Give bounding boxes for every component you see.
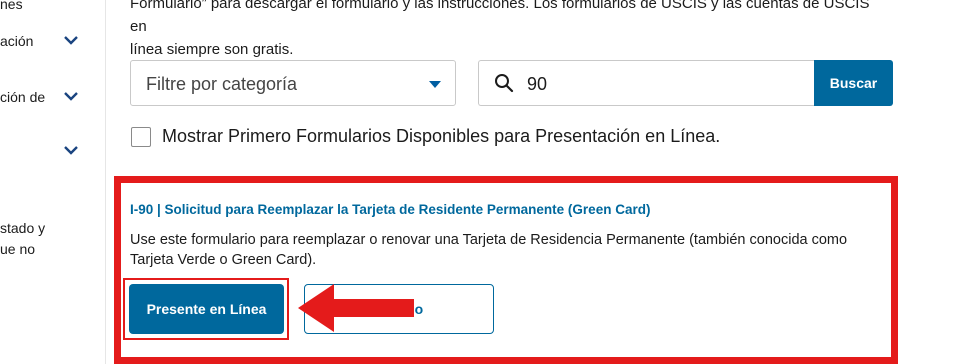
intro-line-2: línea siempre son gratis. — [130, 41, 294, 58]
online-filing-checkbox-label[interactable]: Mostrar Primero Formularios Disponibles … — [162, 126, 720, 147]
intro-line-1: Formulario” para descargar el formulario… — [130, 0, 870, 35]
arrow-left-icon — [298, 284, 414, 332]
category-filter-label: Filtre por categoría — [146, 74, 298, 94]
form-description: Use este formulario para reemplazar o re… — [130, 230, 890, 270]
caret-down-icon — [429, 81, 441, 88]
sidebar-item-6[interactable]: ue no — [0, 239, 35, 260]
sidebar: nes ación ción de stado y ue no — [0, 0, 98, 364]
chevron-down-icon[interactable] — [62, 87, 80, 105]
sidebar-item-5[interactable]: stado y — [0, 218, 45, 239]
sidebar-divider — [105, 0, 106, 364]
category-filter-select[interactable]: Filtre por categoría — [130, 60, 456, 106]
search-icon — [495, 74, 514, 93]
intro-text: Formulario” para descargar el formulario… — [130, 0, 890, 61]
sidebar-item-1[interactable]: nes — [0, 0, 23, 15]
chevron-down-icon[interactable] — [62, 141, 80, 159]
form-description-line-1: Use este formulario para reemplazar o re… — [130, 232, 848, 248]
sidebar-item-3[interactable]: ción de — [0, 87, 45, 108]
search-field[interactable] — [478, 60, 814, 106]
file-online-button[interactable]: Presente en Línea — [129, 284, 284, 334]
form-description-line-2: Tarjeta Verde o Green Card). — [130, 252, 317, 268]
search-input[interactable] — [525, 70, 799, 98]
chevron-down-icon[interactable] — [62, 31, 80, 49]
search-button[interactable]: Buscar — [814, 60, 893, 106]
online-filing-checkbox[interactable] — [131, 127, 151, 147]
form-title-link[interactable]: I-90 | Solicitud para Reemplazar la Tarj… — [130, 202, 650, 217]
sidebar-item-2[interactable]: ación — [0, 31, 33, 52]
